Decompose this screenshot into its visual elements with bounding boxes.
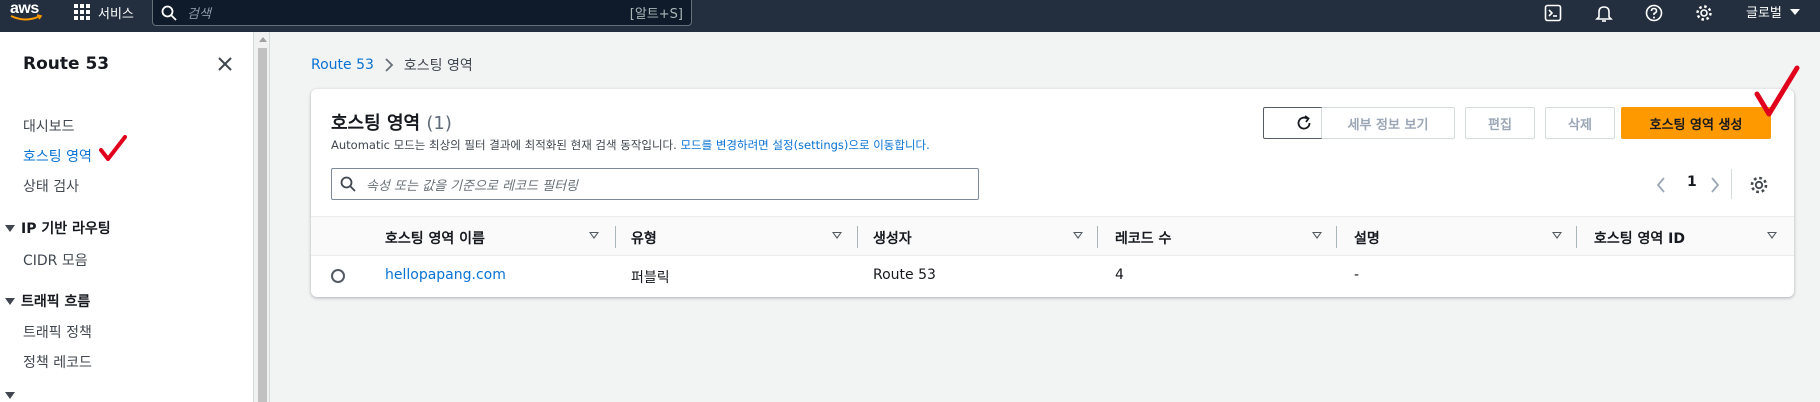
cell-created-by: Route 53	[873, 267, 936, 283]
search-icon	[161, 5, 177, 21]
cloudshell-icon[interactable]	[1542, 2, 1564, 24]
scrollbar-thumb[interactable]	[258, 48, 267, 402]
cell-description: -	[1354, 267, 1360, 283]
search-input[interactable]: 검색 [알트+S]	[152, 0, 692, 26]
panel-description: Automatic 모드는 최상의 필터 결과에 최적화된 현재 검색 동작입니…	[331, 137, 930, 153]
sidebar-item-cidr-collections[interactable]: CIDR 모음	[23, 250, 88, 270]
caret-down-icon	[5, 297, 15, 305]
region-label: 글로벌	[1746, 6, 1782, 21]
cell-record-count: 4	[1115, 267, 1124, 283]
sidebar-section-label: 트래픽 흐름	[21, 294, 91, 310]
sort-icon[interactable]	[832, 232, 842, 239]
sidebar-item-health-checks[interactable]: 상태 검사	[23, 176, 79, 196]
notifications-bell-icon[interactable]	[1593, 2, 1615, 24]
edit-button[interactable]: 편집	[1465, 107, 1535, 139]
region-selector[interactable]: 글로벌	[1746, 2, 1800, 21]
column-header-type[interactable]: 유형	[631, 228, 657, 248]
chevron-left-icon[interactable]	[1655, 176, 1667, 194]
column-resizer[interactable]	[615, 226, 616, 248]
side-navigation: Route 53 대시보드 호스팅 영역 상태 검사 IP 기반 라우팅 CID…	[0, 32, 254, 402]
caret-down-icon	[1789, 8, 1800, 15]
filter-input[interactable]: 속성 또는 값을 기준으로 레코드 필터링	[331, 168, 979, 200]
panel-title-text: 호스팅 영역	[331, 113, 421, 134]
sidebar-item-traffic-policies[interactable]: 트래픽 정책	[23, 322, 92, 342]
row-select-radio[interactable]	[331, 269, 345, 283]
column-header-description[interactable]: 설명	[1354, 228, 1380, 248]
caret-down-icon	[5, 392, 15, 399]
column-resizer[interactable]	[1336, 226, 1337, 248]
filter-placeholder: 속성 또는 값을 기준으로 레코드 필터링	[366, 178, 579, 194]
description-text: Automatic 모드는 최상의 필터 결과에 최적화된 현재 검색 동작입니…	[331, 138, 677, 152]
sidebar-item-hosted-zones[interactable]: 호스팅 영역	[23, 146, 92, 166]
help-icon[interactable]	[1643, 2, 1665, 24]
caret-down-icon	[5, 224, 15, 232]
column-header-name[interactable]: 호스팅 영역 이름	[385, 228, 485, 248]
grid-icon	[74, 4, 90, 20]
top-navigation: aws 서비스 검색 [알트+S] 글로벌	[0, 0, 1820, 32]
page-number[interactable]: 1	[1687, 174, 1697, 190]
services-menu-button[interactable]: 서비스	[74, 0, 134, 24]
chevron-right-icon[interactable]	[1709, 176, 1721, 194]
services-label: 서비스	[98, 6, 134, 22]
view-details-button[interactable]: 세부 정보 보기	[1321, 107, 1455, 139]
close-icon[interactable]	[215, 54, 235, 74]
sort-icon[interactable]	[1767, 232, 1777, 239]
chevron-right-icon	[385, 58, 394, 72]
sidebar-section-traffic-flow[interactable]: 트래픽 흐름	[5, 291, 90, 311]
sort-icon[interactable]	[1312, 232, 1322, 239]
column-resizer[interactable]	[1576, 226, 1577, 248]
aws-logo[interactable]: aws	[10, 0, 46, 28]
breadcrumb: Route 53 호스팅 영역	[311, 55, 473, 75]
sidebar-section-partial[interactable]	[5, 392, 15, 399]
search-placeholder: 검색	[187, 7, 211, 22]
delete-button[interactable]: 삭제	[1545, 107, 1615, 139]
sort-icon[interactable]	[589, 232, 599, 239]
column-header-record-count[interactable]: 레코드 수	[1115, 228, 1171, 248]
column-resizer[interactable]	[857, 226, 858, 248]
table-row[interactable]: hellopapang.com 퍼블릭 Route 53 4 -	[311, 256, 1794, 296]
create-hosted-zone-button[interactable]: 호스팅 영역 생성	[1621, 107, 1771, 139]
table-header: 호스팅 영역 이름 유형 생성자 레코드 수 설명 호스팅 영역 ID	[311, 216, 1794, 256]
pager-divider	[1731, 169, 1732, 199]
hosted-zone-name-link[interactable]: hellopapang.com	[385, 267, 506, 283]
sort-icon[interactable]	[1552, 232, 1562, 239]
breadcrumb-current: 호스팅 영역	[403, 58, 473, 74]
sort-icon[interactable]	[1073, 232, 1083, 239]
cell-type: 퍼블릭	[631, 270, 670, 286]
scroll-up-arrow-icon[interactable]	[259, 37, 267, 42]
sidebar-section-ip-routing[interactable]: IP 기반 라우팅	[5, 218, 111, 238]
hosted-zones-panel: 호스팅 영역 (1) Automatic 모드는 최상의 필터 결과에 최적화된…	[311, 89, 1794, 297]
search-shortcut: [알트+S]	[629, 7, 683, 22]
breadcrumb-route53[interactable]: Route 53	[311, 57, 374, 73]
column-header-created-by[interactable]: 생성자	[873, 228, 912, 248]
annotation-checkmark-icon	[99, 135, 127, 161]
annotation-checkmark-icon	[1754, 65, 1800, 117]
column-resizer[interactable]	[1097, 226, 1098, 248]
sidebar-title: Route 53	[23, 54, 110, 74]
settings-link[interactable]: 모드를 변경하려면 설정(settings)으로 이동합니다.	[680, 138, 929, 152]
column-header-zone-id[interactable]: 호스팅 영역 ID	[1594, 228, 1685, 248]
search-icon	[340, 176, 356, 192]
panel-count: (1)	[426, 113, 452, 134]
sidebar-scrollbar[interactable]	[255, 32, 270, 402]
aws-smile-icon	[10, 14, 43, 21]
sidebar-item-policy-records[interactable]: 정책 레코드	[23, 352, 92, 372]
table-preferences-gear-icon[interactable]	[1749, 175, 1769, 195]
settings-gear-icon[interactable]	[1693, 2, 1715, 24]
panel-title: 호스팅 영역 (1)	[331, 109, 452, 135]
sidebar-section-label: IP 기반 라우팅	[21, 221, 111, 237]
sidebar-item-dashboard[interactable]: 대시보드	[23, 116, 75, 136]
refresh-icon	[1297, 115, 1311, 130]
